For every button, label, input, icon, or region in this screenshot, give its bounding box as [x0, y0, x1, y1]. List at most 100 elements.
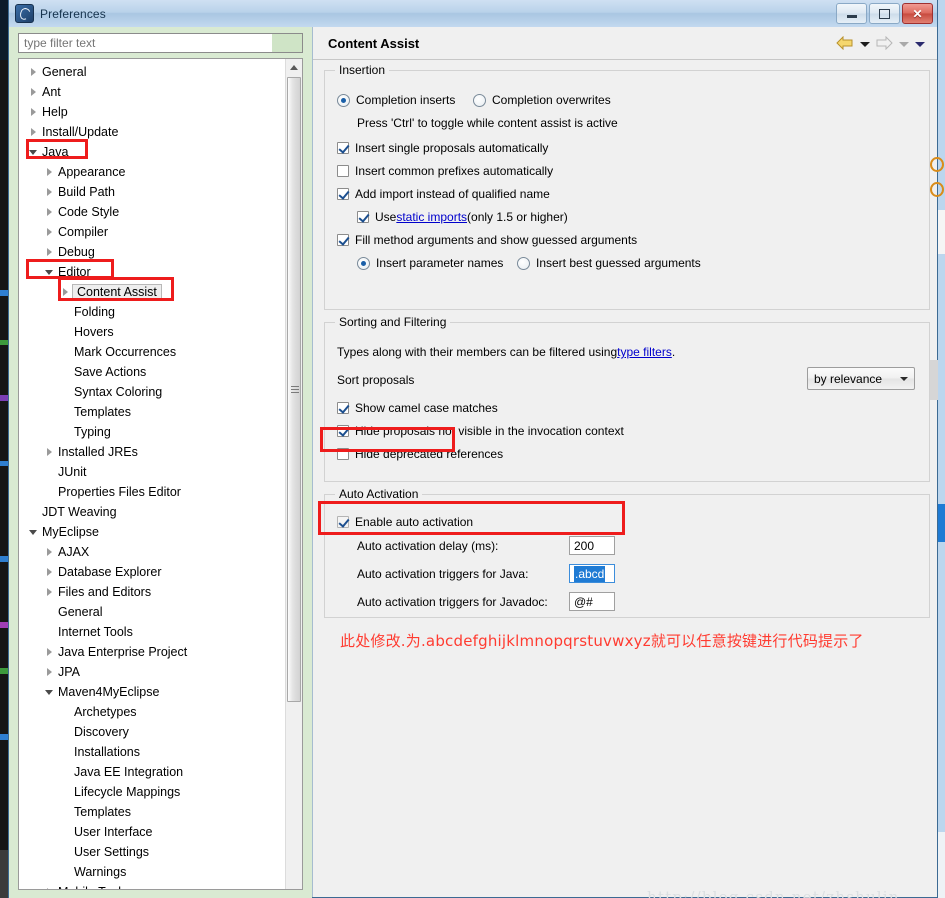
tree-item-ajax[interactable]: AJAX [19, 542, 285, 562]
tree-item-installations[interactable]: Installations [19, 742, 285, 762]
tree-item-properties-files-editor[interactable]: Properties Files Editor [19, 482, 285, 502]
completion-overwrites-radio[interactable]: Completion overwrites [473, 93, 611, 107]
chevron-down-icon[interactable] [43, 682, 57, 702]
tree-item-general[interactable]: General [19, 602, 285, 622]
chevron-right-icon[interactable] [27, 122, 41, 142]
tree-item-help[interactable]: Help [19, 102, 285, 122]
chevron-right-icon[interactable] [43, 562, 57, 582]
tree-item-mobile-tools[interactable]: Mobile Tools [19, 882, 285, 890]
chevron-right-icon[interactable] [43, 542, 57, 562]
chevron-right-icon[interactable] [43, 202, 57, 222]
scrollbar-thumb[interactable] [287, 77, 301, 702]
chevron-down-icon[interactable] [43, 262, 57, 282]
tree-item-code-style[interactable]: Code Style [19, 202, 285, 222]
tree-item-warnings[interactable]: Warnings [19, 862, 285, 882]
tree-item-label: Installed JREs [57, 445, 138, 459]
tree-item-syntax-coloring[interactable]: Syntax Coloring [19, 382, 285, 402]
back-history-caret-icon[interactable] [859, 38, 870, 49]
tree-item-user-interface[interactable]: User Interface [19, 822, 285, 842]
insert-common-prefixes-checkbox[interactable]: Insert common prefixes automatically [337, 164, 553, 178]
tree-item-lifecycle-mappings[interactable]: Lifecycle Mappings [19, 782, 285, 802]
java-triggers-input[interactable]: .abcd [569, 564, 615, 583]
close-button[interactable]: ✕ [902, 3, 933, 24]
chevron-right-icon[interactable] [43, 162, 57, 182]
tree-item-mark-occurrences[interactable]: Mark Occurrences [19, 342, 285, 362]
tree-item-compiler[interactable]: Compiler [19, 222, 285, 242]
tree-item-files-and-editors[interactable]: Files and Editors [19, 582, 285, 602]
javadoc-triggers-input[interactable]: @# [569, 592, 615, 611]
tree-item-templates[interactable]: Templates [19, 402, 285, 422]
tree-item-build-path[interactable]: Build Path [19, 182, 285, 202]
chevron-right-icon[interactable] [43, 442, 57, 462]
tree-item-ant[interactable]: Ant [19, 82, 285, 102]
tree-item-appearance[interactable]: Appearance [19, 162, 285, 182]
tree-item-jdt-weaving[interactable]: JDT Weaving [19, 502, 285, 522]
auto-activation-group: Auto Activation Enable auto activation A… [324, 494, 930, 618]
hide-deprecated-checkbox[interactable]: Hide deprecated references [337, 447, 503, 461]
static-imports-link[interactable]: static imports [396, 210, 467, 224]
chevron-down-icon[interactable] [27, 142, 41, 162]
tree-vertical-scrollbar[interactable] [285, 59, 302, 889]
tree-item-general[interactable]: General [19, 62, 285, 82]
search-input[interactable] [19, 34, 272, 52]
tree-item-java-enterprise-project[interactable]: Java Enterprise Project [19, 642, 285, 662]
minimize-button[interactable] [836, 3, 867, 24]
preferences-window: Preferences ✕ [8, 0, 938, 898]
chevron-right-icon[interactable] [27, 102, 41, 122]
tree-item-content-assist[interactable]: Content Assist [19, 282, 285, 302]
ctrl-toggle-hint-text: Press 'Ctrl' to toggle while content ass… [357, 116, 618, 130]
fill-method-arguments-checkbox[interactable]: Fill method arguments and show guessed a… [337, 233, 637, 247]
enable-auto-activation-checkbox[interactable]: Enable auto activation [337, 515, 473, 529]
use-static-imports-checkbox[interactable]: Use static imports (only 1.5 or higher) [357, 210, 568, 224]
chevron-right-icon[interactable] [43, 582, 57, 602]
chevron-right-icon[interactable] [43, 662, 57, 682]
scroll-up-arrow-icon[interactable] [286, 59, 302, 76]
chevron-right-icon[interactable] [43, 182, 57, 202]
sort-proposals-select[interactable]: by relevance [807, 367, 915, 390]
clear-filter-button[interactable] [272, 34, 302, 52]
chevron-right-icon[interactable] [43, 642, 57, 662]
view-menu-caret-icon[interactable] [914, 38, 925, 49]
insert-best-guessed-radio[interactable]: Insert best guessed arguments [517, 256, 701, 270]
show-camel-case-checkbox[interactable]: Show camel case matches [337, 401, 498, 415]
chevron-right-icon[interactable] [43, 222, 57, 242]
chevron-right-icon[interactable] [43, 242, 57, 262]
tree-item-junit[interactable]: JUnit [19, 462, 285, 482]
tree-item-archetypes[interactable]: Archetypes [19, 702, 285, 722]
insert-single-proposals-checkbox[interactable]: Insert single proposals automatically [337, 141, 548, 155]
chevron-right-icon[interactable] [43, 882, 57, 890]
insert-parameter-names-radio[interactable]: Insert parameter names [357, 256, 503, 270]
tree-item-hovers[interactable]: Hovers [19, 322, 285, 342]
completion-inserts-radio[interactable]: Completion inserts [337, 93, 455, 107]
tree-item-folding[interactable]: Folding [19, 302, 285, 322]
tree-item-save-actions[interactable]: Save Actions [19, 362, 285, 382]
tree-item-user-settings[interactable]: User Settings [19, 842, 285, 862]
chevron-down-icon[interactable] [27, 522, 41, 542]
chevron-right-icon[interactable] [27, 82, 41, 102]
back-arrow-icon[interactable] [836, 36, 854, 50]
tree-item-debug[interactable]: Debug [19, 242, 285, 262]
chevron-right-icon[interactable] [59, 282, 73, 302]
tree-item-install-update[interactable]: Install/Update [19, 122, 285, 142]
tree-item-maven4myeclipse[interactable]: Maven4MyEclipse [19, 682, 285, 702]
tree-item-discovery[interactable]: Discovery [19, 722, 285, 742]
add-import-checkbox[interactable]: Add import instead of qualified name [337, 187, 550, 201]
maximize-button[interactable] [869, 3, 900, 24]
tree-item-typing[interactable]: Typing [19, 422, 285, 442]
auto-activation-delay-input[interactable]: 200 [569, 536, 615, 555]
chevron-right-icon[interactable] [27, 62, 41, 82]
sort-proposals-value: by relevance [814, 372, 882, 386]
tree-item-java-ee-integration[interactable]: Java EE Integration [19, 762, 285, 782]
tree-item-java[interactable]: Java [19, 142, 285, 162]
tree-item-internet-tools[interactable]: Internet Tools [19, 622, 285, 642]
type-filters-link[interactable]: type filters [617, 345, 672, 359]
tree-item-database-explorer[interactable]: Database Explorer [19, 562, 285, 582]
radio-on-icon [357, 257, 370, 270]
preferences-tree[interactable]: GeneralAntHelpInstall/UpdateJavaAppearan… [18, 58, 303, 890]
tree-item-jpa[interactable]: JPA [19, 662, 285, 682]
tree-item-templates[interactable]: Templates [19, 802, 285, 822]
tree-item-myeclipse[interactable]: MyEclipse [19, 522, 285, 542]
tree-item-installed-jres[interactable]: Installed JREs [19, 442, 285, 462]
tree-item-editor[interactable]: Editor [19, 262, 285, 282]
hide-not-visible-checkbox[interactable]: Hide proposals not visible in the invoca… [337, 424, 624, 438]
